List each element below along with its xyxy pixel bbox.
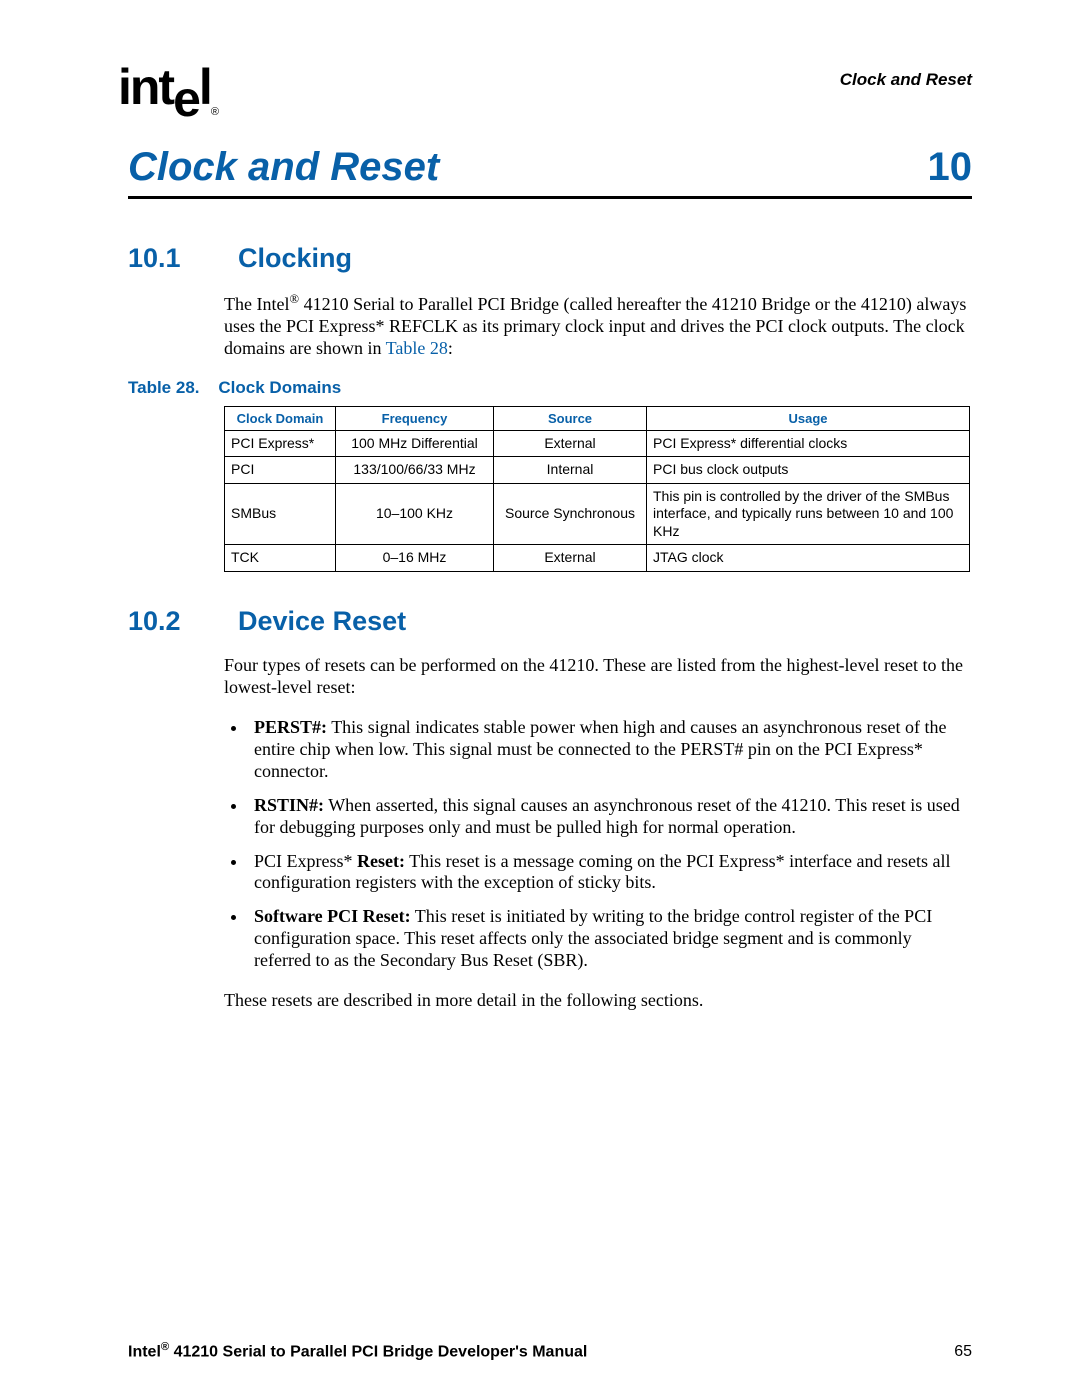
- col-frequency: Frequency: [336, 406, 494, 430]
- device-reset-intro: Four types of resets can be performed on…: [224, 655, 972, 699]
- section-number: 10.2: [128, 606, 238, 637]
- col-source: Source: [494, 406, 647, 430]
- device-reset-outro: These resets are described in more detai…: [224, 990, 972, 1012]
- intel-logo: intel®: [118, 58, 219, 118]
- list-item: PERST#: This signal indicates stable pow…: [248, 717, 972, 783]
- chapter-number: 10: [928, 145, 973, 190]
- section-title: Device Reset: [238, 606, 406, 637]
- list-item: PCI Express* Reset: This reset is a mess…: [248, 851, 972, 895]
- table-row: SMBus 10–100 KHz Source Synchronous This…: [225, 483, 970, 545]
- list-item: RSTIN#: When asserted, this signal cause…: [248, 795, 972, 839]
- page-footer: Intel® 41210 Serial to Parallel PCI Brid…: [128, 1341, 972, 1361]
- chapter-title: Clock and Reset: [128, 145, 439, 190]
- manual-title: Intel® 41210 Serial to Parallel PCI Brid…: [128, 1341, 587, 1361]
- clock-domains-table: Clock Domain Frequency Source Usage PCI …: [224, 406, 970, 572]
- table-row: PCI Express* 100 MHz Differential Extern…: [225, 430, 970, 457]
- col-usage: Usage: [647, 406, 970, 430]
- chapter-header: Clock and Reset 10: [128, 145, 972, 199]
- clocking-paragraph: The Intel® 41210 Serial to Parallel PCI …: [224, 292, 972, 360]
- col-clock-domain: Clock Domain: [225, 406, 336, 430]
- running-head: Clock and Reset: [128, 70, 972, 90]
- section-header-clocking: 10.1 Clocking: [128, 243, 972, 274]
- section-number: 10.1: [128, 243, 238, 274]
- page: intel® Clock and Reset Clock and Reset 1…: [0, 0, 1080, 1397]
- list-item: Software PCI Reset: This reset is initia…: [248, 906, 972, 972]
- table-header-row: Clock Domain Frequency Source Usage: [225, 406, 970, 430]
- page-number: 65: [954, 1343, 972, 1361]
- table-row: TCK 0–16 MHz External JTAG clock: [225, 545, 970, 572]
- table-caption: Table 28. Clock Domains: [128, 378, 972, 398]
- table-28-link[interactable]: Table 28: [386, 338, 448, 358]
- section-title: Clocking: [238, 243, 352, 274]
- reset-list: PERST#: This signal indicates stable pow…: [224, 717, 972, 973]
- section-header-device-reset: 10.2 Device Reset: [128, 606, 972, 637]
- table-row: PCI 133/100/66/33 MHz Internal PCI bus c…: [225, 457, 970, 484]
